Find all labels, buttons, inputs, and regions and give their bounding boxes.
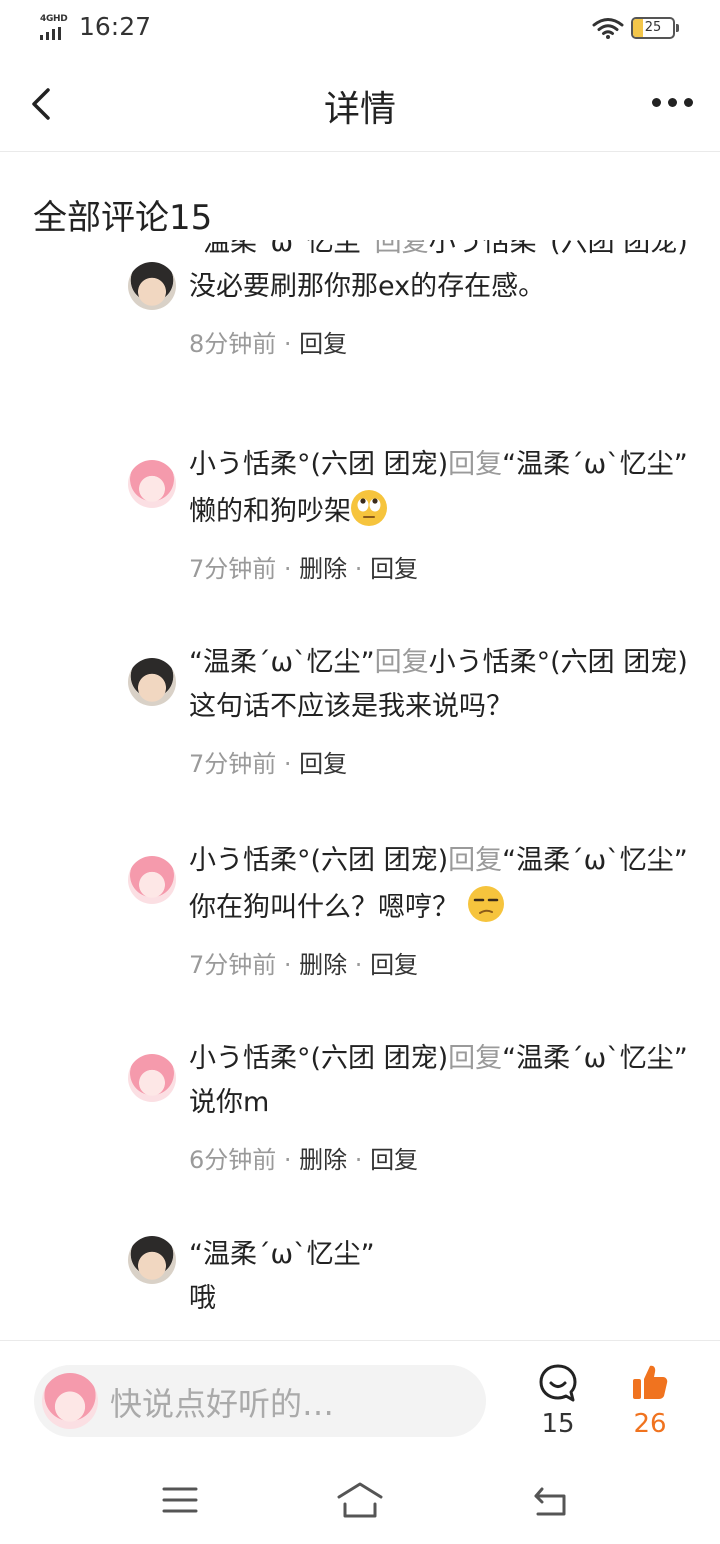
reply-button[interactable]: 回复 [299, 330, 347, 358]
delete-button[interactable]: 删除 [299, 555, 347, 583]
signal-icon: 4GHD [40, 14, 72, 40]
reply-button[interactable]: 回复 [370, 951, 418, 979]
more-dots-icon[interactable] [646, 92, 698, 112]
network-type: 4GHD [40, 14, 68, 24]
reply-verb: 回复 [448, 845, 503, 876]
avatar[interactable] [128, 856, 176, 904]
avatar[interactable] [128, 460, 176, 508]
battery-level: 25 [644, 20, 662, 35]
avatar[interactable] [128, 1054, 176, 1102]
reply-button[interactable]: 回复 [370, 555, 418, 583]
comment-time: 7分钟前 [189, 555, 277, 583]
comment-count-button[interactable]: 15 [530, 1363, 586, 1439]
avatar[interactable] [128, 658, 176, 706]
battery-icon: 25 [631, 17, 679, 39]
reply-verb: 回复 [448, 1043, 503, 1074]
thumbs-up-icon [633, 1365, 668, 1399]
comment-text: 说你m [189, 1087, 270, 1118]
comment-text: 哦 [189, 1283, 216, 1314]
avatar[interactable] [128, 1236, 176, 1284]
reply-target[interactable]: 小う恬柔°(六团 团宠) [429, 240, 688, 258]
status-bar: 4GHD 16:27 25 [0, 0, 720, 56]
comment-placeholder: 快说点好听的… [110, 1385, 335, 1423]
like-button[interactable]: 26 [622, 1363, 678, 1439]
avatar[interactable] [128, 262, 176, 310]
reply-button[interactable]: 回复 [299, 750, 347, 778]
unamused-emoji [467, 886, 504, 922]
comment-time: 7分钟前 [189, 750, 277, 778]
comment-input[interactable]: 快说点好听的… [34, 1365, 486, 1437]
bottom-comment-bar: 快说点好听的… 15 26 [0, 1340, 720, 1460]
comment-time: 8分钟前 [189, 330, 277, 358]
comment-author[interactable]: 小う恬柔°(六团 团宠) [189, 449, 448, 480]
comment-time: 7分钟前 [189, 951, 277, 979]
status-time: 16:27 [79, 12, 152, 41]
delete-button[interactable]: 删除 [299, 951, 347, 979]
reply-verb: 回复 [448, 449, 503, 480]
top-nav-bar: 详情 [0, 56, 720, 152]
comment-author[interactable]: “温柔ˊωˋ忆尘” [189, 647, 375, 678]
menu-lines-icon[interactable] [160, 1480, 200, 1520]
my-avatar [42, 1373, 98, 1429]
comment-time: 6分钟前 [189, 1146, 277, 1174]
wifi-icon [592, 17, 624, 39]
delete-button[interactable]: 删除 [299, 1146, 347, 1174]
page-title: 详情 [323, 89, 396, 130]
comment-text: 你在狗叫什么？嗯哼？ [189, 892, 459, 923]
comment-count: 15 [541, 1409, 575, 1439]
reply-button[interactable]: 回复 [370, 1146, 418, 1174]
comment-text: 这句话不应该是我来说吗？ [189, 691, 513, 722]
reply-target[interactable]: “温柔ˊωˋ忆尘” [502, 845, 688, 876]
comment-bubble-icon [539, 1364, 577, 1402]
like-count: 26 [633, 1409, 667, 1439]
comment-list[interactable]: “温柔ˊωˋ忆尘”回复小う恬柔°(六团 团宠) 没必要刷那你那ex的存在感。 8… [0, 240, 720, 1340]
comment-text: 懒的和狗吵架 [189, 496, 351, 527]
back-return-icon[interactable] [530, 1480, 570, 1520]
comment-author[interactable]: 小う恬柔°(六团 团宠) [189, 845, 448, 876]
reply-verb: 回复 [374, 240, 429, 258]
reply-verb: 回复 [374, 647, 429, 678]
comment-author[interactable]: “温柔ˊωˋ忆尘” [189, 240, 375, 258]
reply-target[interactable]: “温柔ˊωˋ忆尘” [502, 1043, 688, 1074]
comment-text: 没必要刷那你那ex的存在感。 [189, 271, 546, 302]
rolling-eyes-emoji [351, 490, 387, 526]
comments-count-title: 全部评论15 [33, 198, 213, 238]
comment-author[interactable]: “温柔ˊωˋ忆尘” [189, 1239, 375, 1270]
home-icon[interactable] [336, 1480, 384, 1520]
system-nav-bar [0, 1460, 720, 1544]
reply-target[interactable]: 小う恬柔°(六团 团宠) [429, 647, 688, 678]
reply-target[interactable]: “温柔ˊωˋ忆尘” [502, 449, 688, 480]
comment-author[interactable]: 小う恬柔°(六团 团宠) [189, 1043, 448, 1074]
